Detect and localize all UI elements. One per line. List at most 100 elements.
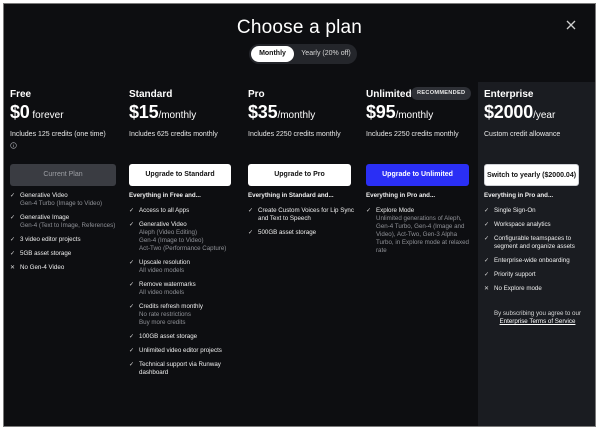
features-header: Everything in Pro and... — [366, 192, 436, 199]
price-period: /monthly — [395, 110, 434, 121]
feature-list: ✓ Generative Video Gen-4 Turbo (Image to V… — [10, 192, 118, 278]
plan-card-enterprise: Enterprise $2000/year Custom credit allo… — [478, 82, 595, 426]
list-item: ✕ No Explore mode — [484, 285, 591, 293]
plan-credits: Includes 2250 credits monthly — [366, 131, 459, 138]
plan-name: Enterprise — [484, 89, 534, 100]
check-icon: ✓ — [10, 193, 16, 199]
plan-name: Free — [10, 89, 32, 100]
recommended-badge: RECOMMENDED — [411, 87, 472, 100]
upgrade-to-unlimited-button[interactable]: Upgrade to Unlimited — [366, 164, 469, 186]
list-item: ✓ 3 video editor projects — [10, 236, 118, 244]
price-period: /year — [533, 110, 556, 121]
x-icon: ✕ — [10, 265, 16, 271]
billing-yearly-option[interactable]: Yearly (20% off) — [297, 46, 355, 62]
feature-text: No Explore mode — [494, 285, 542, 292]
check-icon: ✓ — [248, 208, 254, 214]
enterprise-terms-link[interactable]: Enterprise Terms of Service — [500, 318, 576, 325]
price-amount: $95 — [366, 102, 396, 122]
page-title: Choose a plan — [236, 17, 363, 38]
list-item: ✓ Unlimited video editor projects — [129, 347, 237, 355]
list-item: ✓ Upscale resolution All video models — [129, 259, 237, 275]
feature-text: 3 video editor projects — [20, 236, 81, 243]
price-amount: $2000 — [484, 102, 534, 122]
price-period: /monthly — [277, 110, 316, 121]
list-item: ✓ Generative Video Aleph (Video Editing) G… — [129, 221, 237, 253]
upgrade-to-standard-button[interactable]: Upgrade to Standard — [129, 164, 231, 186]
list-item: ✓ Enterprise-wide onboarding — [484, 257, 591, 265]
feature-text: Remove watermarks — [139, 281, 196, 288]
feature-detail: Aleph (Video Editing) Gen-4 (Image to Vi… — [139, 229, 227, 252]
check-icon: ✓ — [10, 237, 16, 243]
feature-list: Everything in Free and... ✓ Access to all… — [129, 192, 237, 383]
feature-text: Generative Video — [139, 221, 187, 228]
billing-period-toggle: Monthly Yearly (20% off) — [249, 44, 357, 64]
feature-text: Upscale resolution — [139, 259, 190, 266]
features-header: Everything in Free and... — [129, 192, 201, 199]
check-icon: ✓ — [484, 208, 490, 214]
info-icon[interactable] — [10, 142, 17, 149]
check-icon: ✓ — [366, 208, 372, 214]
feature-text: Access to all Apps — [139, 207, 190, 214]
feature-text: Generative Video — [20, 192, 68, 199]
list-item: ✓ Single Sign-On — [484, 207, 591, 215]
feature-text: Technical support via Runway dashboard — [139, 361, 221, 376]
close-icon[interactable] — [564, 18, 578, 32]
feature-text: Create Custom Voices for Lip Sync and Te… — [258, 207, 354, 222]
plan-credits: Includes 2250 credits monthly — [248, 131, 341, 138]
plan-credits: Custom credit allowance — [484, 131, 561, 138]
billing-monthly-option[interactable]: Monthly — [251, 46, 294, 62]
current-plan-button: Current Plan — [10, 164, 116, 186]
feature-detail: Unlimited generations of Aleph, Gen-4 Tu… — [376, 215, 469, 254]
check-icon: ✓ — [10, 251, 16, 257]
list-item: ✓ Priority support — [484, 271, 591, 279]
feature-text: Generative Image — [20, 214, 70, 221]
check-icon: ✓ — [484, 272, 490, 278]
plan-card-unlimited: Unlimited RECOMMENDED $95/monthly Includ… — [360, 82, 480, 426]
plan-name: Standard — [129, 89, 173, 100]
plan-credits: Includes 625 credits monthly — [129, 131, 218, 138]
upgrade-to-pro-button[interactable]: Upgrade to Pro — [248, 164, 351, 186]
plan-card-free: Free $0 forever Includes 125 credits (on… — [4, 82, 124, 426]
plan-card-standard: Standard $15/monthly Includes 625 credit… — [123, 82, 243, 426]
list-item: ✓ Technical support via Runway dashboard — [129, 361, 237, 377]
plan-price: $15/monthly — [129, 102, 196, 123]
price-amount: $15 — [129, 102, 159, 122]
plan-price: $2000/year — [484, 102, 555, 123]
check-icon: ✓ — [129, 334, 135, 340]
list-item: ✓ Credits refresh monthly No rate restrict… — [129, 303, 237, 327]
price-amount: $0 — [10, 102, 30, 122]
list-item: ✓ Explore Mode Unlimited generations of Al… — [366, 207, 474, 255]
feature-list: Everything in Pro and... ✓ Explore Mode Un… — [366, 192, 474, 261]
feature-text: Credits refresh monthly — [139, 303, 203, 310]
switch-to-yearly-button[interactable]: Switch to yearly ($2000.04) — [484, 164, 579, 186]
feature-detail: No rate restrictions Buy more credits — [139, 311, 191, 326]
feature-text: 100GB asset storage — [139, 333, 198, 340]
feature-detail: All video models — [139, 267, 185, 274]
list-item: ✓ Generative Image Gen-4 (Text to Image, R… — [10, 214, 118, 230]
list-item: ✓ Access to all Apps — [129, 207, 237, 215]
check-icon: ✓ — [484, 222, 490, 228]
feature-text: Unlimited video editor projects — [139, 347, 222, 354]
price-period: forever — [29, 110, 64, 121]
feature-text: Workspace analytics — [494, 221, 551, 228]
check-icon: ✓ — [484, 258, 490, 264]
check-icon: ✓ — [129, 304, 135, 310]
features-header: Everything in Standard and... — [248, 192, 334, 199]
list-item: ✓ Generative Video Gen-4 Turbo (Image to V… — [10, 192, 118, 208]
list-item: ✓ 500GB asset storage — [248, 229, 355, 237]
feature-text: 500GB asset storage — [258, 229, 317, 236]
feature-detail: Gen-4 Turbo (Image to Video) — [20, 200, 103, 207]
terms-note-text: By subscribing you agree to our — [493, 310, 582, 317]
list-item: ✓ Remove watermarks All video models — [129, 281, 237, 297]
list-item: ✓ Create Custom Voices for Lip Sync and T… — [248, 207, 355, 223]
feature-text: Single Sign-On — [494, 207, 536, 214]
list-item: ✓ Configurable teamspaces to segment and … — [484, 235, 591, 251]
check-icon: ✓ — [129, 222, 135, 228]
feature-text: 5GB asset storage — [20, 250, 72, 257]
check-icon: ✓ — [248, 230, 254, 236]
price-period: /monthly — [158, 110, 197, 121]
price-amount: $35 — [248, 102, 278, 122]
feature-text: Explore Mode — [376, 207, 415, 214]
x-icon: ✕ — [484, 286, 490, 292]
plan-name: Pro — [248, 89, 265, 100]
